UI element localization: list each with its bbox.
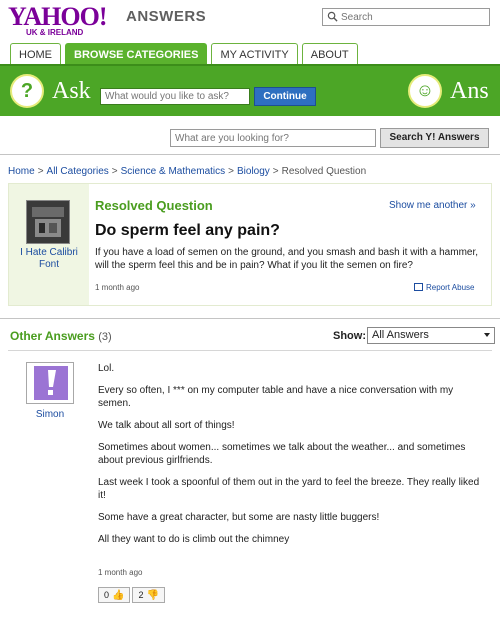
show-filter-select[interactable]: All Answers <box>367 327 495 344</box>
divider <box>8 350 492 351</box>
answer-count: (3) <box>98 331 112 343</box>
report-abuse-label: Report Abuse <box>426 283 475 292</box>
logo-text: YAHOO! <box>8 2 107 31</box>
answer-label: Ans <box>450 78 489 104</box>
other-answers-heading: Other Answers (3) <box>10 329 112 343</box>
answer-body: Lol. Every so often, I *** on my compute… <box>98 362 486 555</box>
breadcrumb-separator: > <box>272 166 279 177</box>
chevron-down-icon <box>484 333 490 337</box>
tab-browse-categories[interactable]: BROWSE CATEGORIES <box>65 43 208 64</box>
thumbs-down-icon: 👎 <box>146 589 159 601</box>
question-panel: I Hate Calibri Font Resolved Question Sh… <box>8 183 492 306</box>
breadcrumb-all-categories[interactable]: All Categories <box>47 166 109 177</box>
asker-avatar[interactable] <box>26 200 70 244</box>
search-icon <box>327 11 338 22</box>
asker-name-link[interactable]: I Hate Calibri Font <box>9 247 89 271</box>
question-title: Do sperm feel any pain? <box>95 222 280 239</box>
answers-search-input[interactable] <box>170 129 376 147</box>
ask-bar: ? Ask Continue ☺ Ans <box>0 64 500 116</box>
show-another-link[interactable]: Show me another » <box>389 200 476 211</box>
answer-paragraph: Sometimes about women... sometimes we ta… <box>98 442 466 466</box>
answer-paragraph: All they want to do is climb out the chi… <box>98 534 290 545</box>
answer-paragraph: Every so often, I *** on my computer tab… <box>98 385 454 409</box>
answerer-name-link[interactable]: Simon <box>0 409 100 420</box>
exclamation-avatar-icon <box>34 366 68 400</box>
continue-button[interactable]: Continue <box>254 87 316 106</box>
section-title: ANSWERS <box>126 8 207 25</box>
thumbs-down-count: 2 <box>138 590 144 600</box>
report-abuse-link[interactable]: Report Abuse <box>414 283 474 292</box>
answer-paragraph: Some have a great character, but some ar… <box>98 512 380 523</box>
thumbs-up-icon: 👍 <box>112 589 125 601</box>
divider <box>0 318 500 319</box>
other-answers-title: Other Answers <box>10 329 95 343</box>
breadcrumb: Home > All Categories > Science & Mathematic… <box>8 166 366 177</box>
smiley-icon: ☺ <box>408 74 442 108</box>
top-search-input[interactable] <box>341 10 487 24</box>
answerer-avatar[interactable] <box>26 362 74 404</box>
breadcrumb-science-mathematics[interactable]: Science & Mathematics <box>121 166 226 177</box>
show-filter-label: Show: <box>333 330 366 342</box>
answer-paragraph: Lol. <box>98 363 115 374</box>
logo-region: UK & IRELAND <box>26 28 84 37</box>
ask-question-input[interactable] <box>100 88 250 105</box>
breadcrumb-biology[interactable]: Biology <box>237 166 270 177</box>
ask-label: Ask <box>52 78 91 104</box>
question-timestamp: 1 month ago <box>95 283 140 292</box>
thumbs-up-button[interactable]: 0 👍 <box>98 587 131 603</box>
answer-paragraph: Last week I took a spoonful of them out … <box>98 477 480 501</box>
question-mark-icon: ? <box>10 74 44 108</box>
question-body: If you have a load of semen on the groun… <box>95 247 479 271</box>
yahoo-logo[interactable]: YAHOO! UK & IRELAND <box>8 2 107 38</box>
breadcrumb-separator: > <box>111 166 118 177</box>
resolved-question-heading: Resolved Question <box>95 198 213 213</box>
breadcrumb-separator: > <box>37 166 44 177</box>
thumbs-down-button[interactable]: 2 👎 <box>132 587 165 603</box>
search-answers-button[interactable]: Search Y! Answers <box>380 128 489 148</box>
answer-timestamp: 1 month ago <box>98 568 143 577</box>
tab-home[interactable]: HOME <box>10 43 61 64</box>
top-search-box[interactable] <box>322 8 490 26</box>
show-filter-value: All Answers <box>372 329 429 341</box>
tab-my-activity[interactable]: MY ACTIVITY <box>211 43 298 64</box>
avatar-image-icon <box>27 201 69 243</box>
breadcrumb-home[interactable]: Home <box>8 166 35 177</box>
vote-buttons: 0 👍 2 👎 <box>98 587 167 603</box>
breadcrumb-current: Resolved Question <box>281 166 367 177</box>
breadcrumb-separator: > <box>228 166 234 177</box>
tab-about[interactable]: ABOUT <box>301 43 358 64</box>
thumbs-up-count: 0 <box>104 590 110 600</box>
flag-icon <box>414 283 423 291</box>
divider <box>0 154 500 155</box>
answer-paragraph: We talk about all sort of things! <box>98 420 235 431</box>
main-tabs: HOME BROWSE CATEGORIES MY ACTIVITY ABOUT <box>10 43 362 64</box>
